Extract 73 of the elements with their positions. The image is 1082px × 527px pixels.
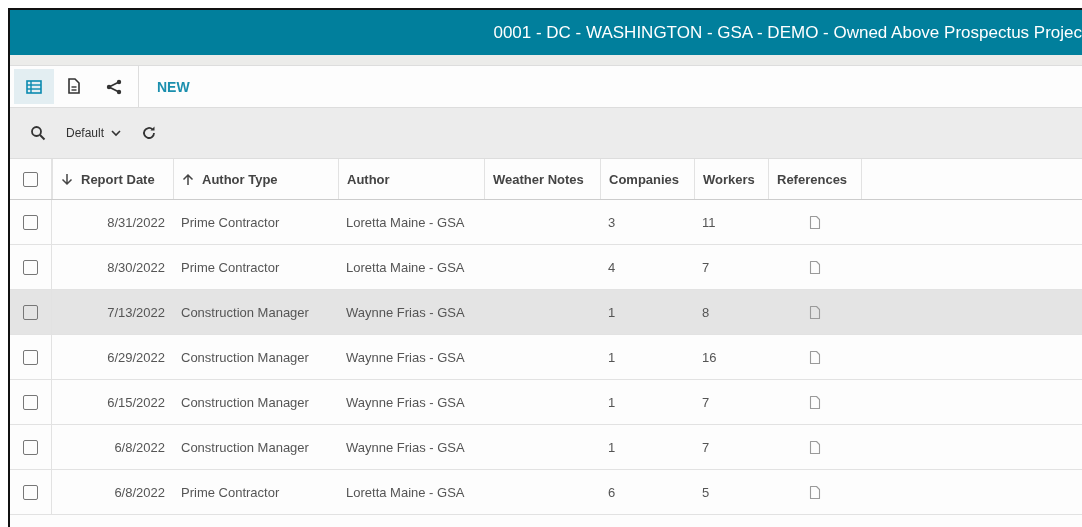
- document-icon[interactable]: [809, 439, 821, 455]
- table-cell: 1: [608, 439, 616, 455]
- table-cell: Waynne Frias - GSA: [346, 394, 465, 410]
- table-cell: Waynne Frias - GSA: [346, 439, 465, 455]
- column-header[interactable]: References: [768, 159, 862, 199]
- row-checkbox[interactable]: [23, 259, 38, 275]
- document-icon[interactable]: [809, 394, 821, 410]
- table-cell: 1: [608, 394, 616, 410]
- table-cell: Construction Manager: [181, 439, 309, 455]
- document-icon[interactable]: [809, 304, 821, 320]
- table-cell: Waynne Frias - GSA: [346, 349, 465, 365]
- table-cell: Construction Manager: [181, 394, 309, 410]
- table-cell: Construction Manager: [181, 304, 309, 320]
- table-cell: 8/30/2022: [107, 259, 165, 275]
- table-cell: Loretta Maine - GSA: [346, 214, 465, 230]
- table-cell: 5: [702, 484, 710, 500]
- list-icon: [26, 79, 42, 94]
- table-row[interactable]: 6/15/2022 Construction Manager Waynne Frias - GSA 1 7: [10, 380, 1082, 425]
- table-cell: 6/15/2022: [107, 394, 165, 410]
- table-cell: 3: [608, 214, 616, 230]
- table-cell: 7/13/2022: [107, 304, 165, 320]
- table-cell: 6/29/2022: [107, 349, 165, 365]
- table-cell: 7: [702, 259, 710, 275]
- table-row[interactable]: 6/8/2022 Prime Contractor Loretta Maine - GSA 6 5: [10, 470, 1082, 515]
- table-cell: 4: [608, 259, 616, 275]
- column-header[interactable]: Weather Notes: [484, 159, 600, 199]
- project-title: 0001 - DC - WASHINGTON - GSA - DEMO - Owned Above Prospectus Projec: [492, 22, 1082, 43]
- row-checkbox[interactable]: [23, 394, 38, 410]
- table-cell: Loretta Maine - GSA: [346, 484, 465, 500]
- view-dropdown[interactable]: Default: [60, 122, 128, 144]
- table-row[interactable]: 6/29/2022 Construction Manager Waynne Frias - GSA 1 16: [10, 335, 1082, 380]
- refresh-icon[interactable]: [141, 125, 158, 141]
- column-header[interactable]: Author: [338, 159, 484, 199]
- table-cell: 6/8/2022: [114, 439, 165, 455]
- select-all-checkbox[interactable]: [23, 171, 38, 187]
- table-row[interactable]: 6/8/2022 Construction Manager Waynne Frias - GSA 1 7: [10, 425, 1082, 470]
- table-row[interactable]: 8/30/2022 Prime Contractor Loretta Maine - GSA 4 7: [10, 245, 1082, 290]
- document-icon[interactable]: [809, 349, 821, 365]
- table-row[interactable]: 8/31/2022 Prime Contractor Loretta Maine - GSA 3 11: [10, 200, 1082, 245]
- document-icon: [67, 78, 81, 95]
- share-icon: [106, 78, 122, 95]
- new-button[interactable]: NEW: [139, 66, 208, 107]
- table-cell: 16: [702, 349, 717, 365]
- row-checkbox[interactable]: [23, 214, 38, 230]
- document-icon[interactable]: [809, 214, 821, 230]
- table-cell: 11: [702, 214, 716, 230]
- table-cell: Prime Contractor: [181, 484, 280, 500]
- document-icon[interactable]: [809, 259, 821, 275]
- row-checkbox[interactable]: [23, 484, 38, 500]
- table-cell: Construction Manager: [181, 349, 309, 365]
- table-cell: 8/31/2022: [107, 214, 165, 230]
- table-cell: 6/8/2022: [114, 484, 165, 500]
- document-icon[interactable]: [809, 484, 821, 500]
- column-header[interactable]: Report Date: [52, 159, 173, 199]
- row-checkbox[interactable]: [23, 304, 38, 320]
- table-row[interactable]: 7/13/2022 Construction Manager Waynne Frias - GSA 1 8: [10, 290, 1082, 335]
- table-cell: 1: [608, 349, 616, 365]
- column-header[interactable]: Author Type: [173, 159, 338, 199]
- table-cell: 1: [608, 304, 616, 320]
- row-checkbox[interactable]: [23, 439, 38, 455]
- row-checkbox[interactable]: [23, 349, 38, 365]
- column-header[interactable]: Companies: [600, 159, 694, 199]
- table-cell: 8: [702, 304, 710, 320]
- column-header[interactable]: Workers: [694, 159, 768, 199]
- table-cell: Loretta Maine - GSA: [346, 259, 465, 275]
- table-cell: Waynne Frias - GSA: [346, 304, 465, 320]
- table-cell: 7: [702, 439, 710, 455]
- table-cell: Prime Contractor: [181, 214, 280, 230]
- search-icon[interactable]: [30, 125, 46, 141]
- table-cell: 6: [608, 484, 616, 500]
- table-cell: Prime Contractor: [181, 259, 280, 275]
- caret-icon: [111, 129, 122, 137]
- table-cell: 7: [702, 394, 710, 410]
